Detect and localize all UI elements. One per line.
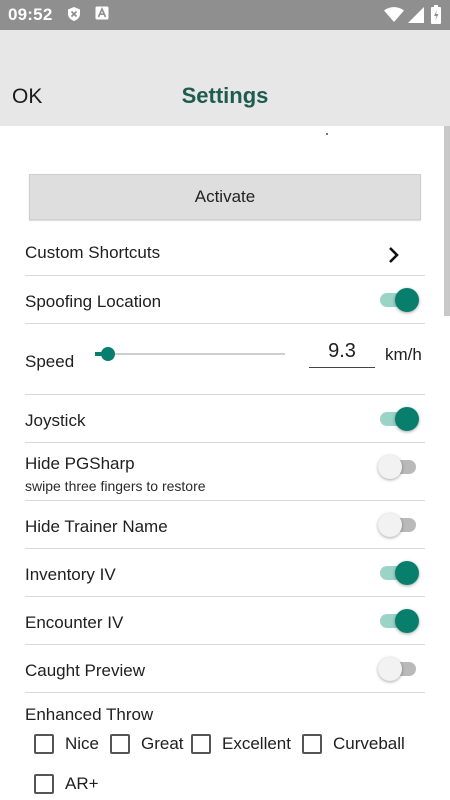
spoofing-location-row: Spoofing Location xyxy=(25,276,425,324)
encounter-iv-row: Encounter IV xyxy=(25,597,425,645)
chevron-right-icon xyxy=(389,247,399,263)
curveball-checkbox-label: Curveball xyxy=(333,734,405,753)
notification-x-icon xyxy=(68,7,80,21)
great-checkbox-box[interactable] xyxy=(110,734,130,754)
hide-pgsharp-sublabel: swipe three fingers to restore xyxy=(25,478,206,494)
spoofing-location-toggle[interactable] xyxy=(378,285,420,315)
hide-pgsharp-toggle[interactable] xyxy=(378,452,420,482)
joystick-row: Joystick xyxy=(25,395,425,443)
ok-button[interactable]: OK xyxy=(12,85,42,109)
speed-slider-rail xyxy=(95,353,285,355)
curveball-checkbox-box[interactable] xyxy=(302,734,322,754)
inventory-iv-label: Inventory IV xyxy=(25,565,116,584)
battery-icon xyxy=(431,5,441,24)
joystick-label: Joystick xyxy=(25,411,86,430)
custom-shortcuts-row[interactable]: Custom Shortcuts xyxy=(25,228,425,276)
great-checkbox-label: Great xyxy=(141,734,184,753)
text-a-icon xyxy=(95,6,109,20)
status-time: 09:52 xyxy=(8,5,53,24)
spoofing-location-label: Spoofing Location xyxy=(25,292,162,311)
inventory-iv-toggle[interactable] xyxy=(378,558,420,588)
inventory-iv-row: Inventory IV xyxy=(25,549,425,597)
signal-icon xyxy=(408,7,424,23)
excellent-checkbox-box[interactable] xyxy=(191,734,211,754)
nice-checkbox-label: Nice xyxy=(65,734,100,753)
encounter-iv-label: Encounter IV xyxy=(25,613,124,632)
speed-input[interactable] xyxy=(309,336,375,368)
hide-trainer-name-toggle[interactable] xyxy=(378,510,420,540)
separator-dot xyxy=(326,133,328,135)
custom-shortcuts-label: Custom Shortcuts xyxy=(25,243,161,262)
ar-plus-checkbox[interactable]: AR+ xyxy=(34,774,99,794)
caught-preview-row: Caught Preview xyxy=(25,645,425,693)
speed-label: Speed xyxy=(25,352,75,371)
caught-preview-label: Caught Preview xyxy=(25,661,146,680)
ar-plus-checkbox-box[interactable] xyxy=(34,774,54,794)
caught-preview-toggle[interactable] xyxy=(378,654,420,684)
great-checkbox[interactable]: Great xyxy=(110,734,184,754)
hide-pgsharp-label: Hide PGSharp xyxy=(25,454,135,473)
curveball-checkbox[interactable]: Curveball xyxy=(302,734,405,754)
speed-slider[interactable] xyxy=(95,344,285,364)
speed-slider-knob[interactable] xyxy=(101,347,116,361)
excellent-checkbox-label: Excellent xyxy=(222,734,291,753)
speed-unit: km/h xyxy=(385,345,422,364)
encounter-iv-toggle[interactable] xyxy=(378,606,420,636)
app-header: OK Settings xyxy=(0,30,450,126)
enhanced-throw-label: Enhanced Throw xyxy=(25,705,154,724)
hide-pgsharp-row: Hide PGSharp swipe three fingers to rest… xyxy=(25,443,425,501)
joystick-toggle[interactable] xyxy=(378,404,420,434)
scrollbar[interactable] xyxy=(444,126,450,316)
hide-trainer-name-label: Hide Trainer Name xyxy=(25,517,168,536)
excellent-checkbox[interactable]: Excellent xyxy=(191,734,291,754)
page-title: Settings xyxy=(181,83,269,108)
speed-row: Speed km/h xyxy=(25,324,425,395)
wifi-icon xyxy=(384,7,404,22)
nice-checkbox-box[interactable] xyxy=(34,734,54,754)
hide-trainer-name-row: Hide Trainer Name xyxy=(25,501,425,549)
nice-checkbox[interactable]: Nice xyxy=(34,734,99,754)
activate-button[interactable]: Activate xyxy=(29,174,421,220)
ar-plus-checkbox-label: AR+ xyxy=(65,774,99,793)
status-bar: 09:52 xyxy=(0,0,450,30)
